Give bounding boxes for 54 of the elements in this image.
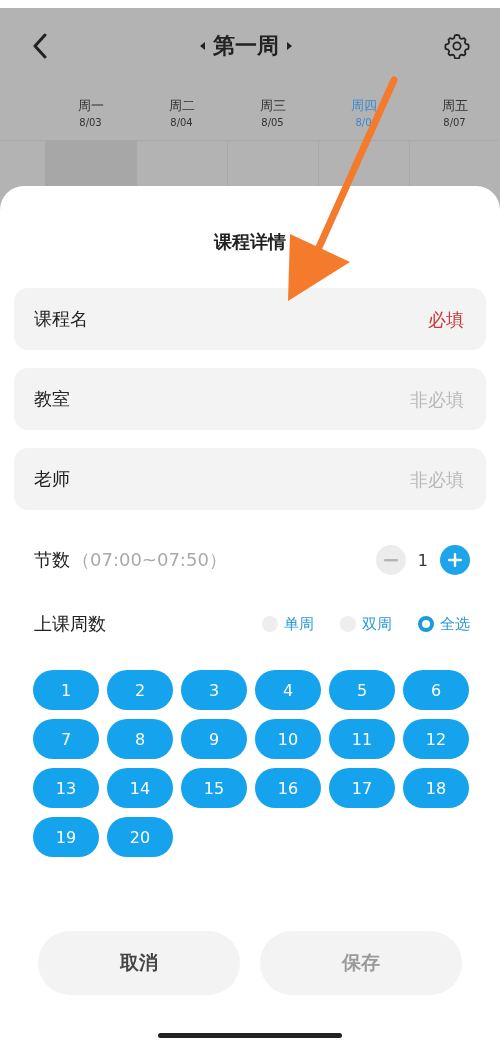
week-title: 第一周 [213,32,279,60]
day-header[interactable]: 周三 8/05 [227,96,318,128]
week-chip[interactable]: 11 [329,719,395,759]
previous-week-icon[interactable] [200,42,205,50]
text-input[interactable]: 非必填 [70,467,466,491]
radio-option[interactable]: 单周 [262,614,314,634]
week-chip[interactable]: 13 [33,768,99,808]
week-chip[interactable]: 6 [403,670,469,710]
field-label: 教室 [34,387,70,411]
radio-option[interactable]: 全选 [418,614,470,634]
periods-label: 节数 [34,548,70,572]
next-week-icon[interactable] [287,42,292,50]
field-label: 老师 [34,467,70,491]
week-chip[interactable]: 18 [403,768,469,808]
weeks-label: 上课周数 [34,612,106,636]
input-field[interactable]: 老师 非必填 [14,448,486,510]
period-count: 1 [417,550,428,570]
week-chip[interactable]: 7 [33,719,99,759]
week-chip[interactable]: 14 [107,768,173,808]
input-field[interactable]: 教室 非必填 [14,368,486,430]
week-chip[interactable]: 1 [33,670,99,710]
settings-icon[interactable] [444,33,470,59]
week-chip[interactable]: 3 [181,670,247,710]
week-chip[interactable]: 12 [403,719,469,759]
week-chip[interactable]: 9 [181,719,247,759]
radio-option[interactable]: 双周 [340,614,392,634]
week-chip[interactable]: 5 [329,670,395,710]
day-header[interactable]: 周四 8/0 [318,96,409,128]
time-range: （07:00~07:50） [72,548,227,572]
week-chip[interactable]: 19 [33,817,99,857]
input-field[interactable]: 课程名 必填 [14,288,486,350]
text-input[interactable]: 必填 [88,307,466,331]
minus-icon [383,558,398,562]
dialog-title: 课程详情 [212,230,287,254]
week-chip[interactable]: 16 [255,768,321,808]
back-icon[interactable] [32,33,48,59]
field-label: 课程名 [34,307,88,331]
week-chip[interactable]: 8 [107,719,173,759]
action-button[interactable]: 取消 [38,931,240,995]
radio-label: 双周 [362,614,392,634]
radio-label: 全选 [440,614,470,634]
week-chip[interactable]: 15 [181,768,247,808]
plus-icon [448,553,462,567]
week-chip[interactable]: 20 [107,817,173,857]
week-chip[interactable]: 4 [255,670,321,710]
day-header[interactable]: 周五 8/07 [409,96,500,128]
day-header[interactable]: 周一 8/03 [45,96,136,128]
day-header[interactable]: 周二 8/04 [136,96,227,128]
text-input[interactable]: 非必填 [70,387,466,411]
week-chip[interactable]: 10 [255,719,321,759]
increase-button[interactable] [440,545,470,575]
radio-label: 单周 [284,614,314,634]
week-chip[interactable]: 17 [329,768,395,808]
week-chip[interactable]: 2 [107,670,173,710]
